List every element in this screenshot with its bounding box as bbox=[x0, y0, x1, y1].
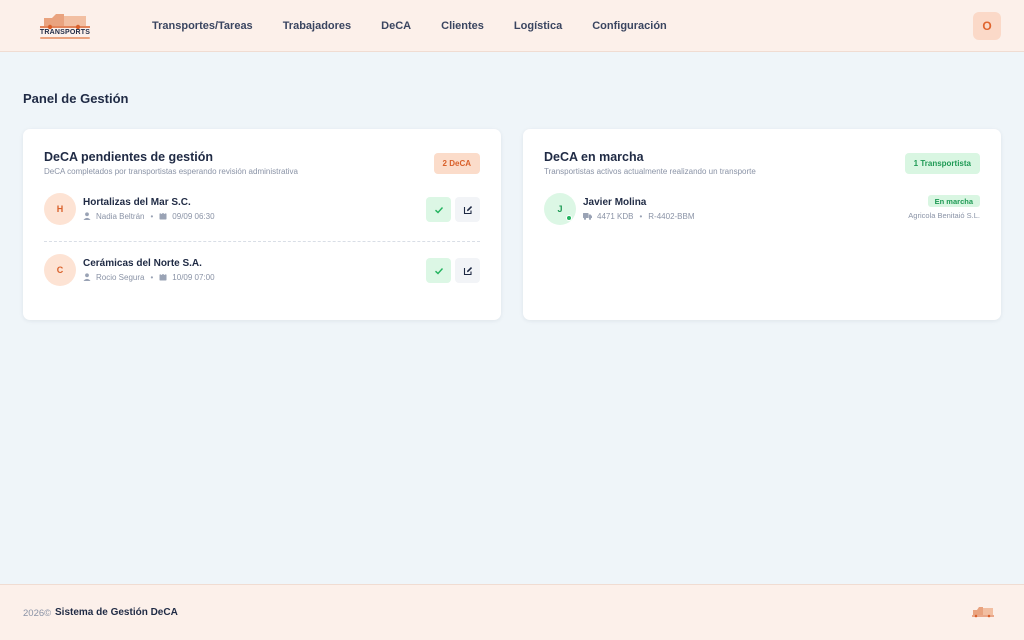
separator-dot: • bbox=[150, 272, 154, 282]
trailer-plate: R-4402-BBM bbox=[648, 211, 695, 221]
row-meta: Nadia Beltrán • 09/09 06:30 bbox=[83, 211, 215, 221]
avatar: H bbox=[44, 193, 76, 225]
row-actions bbox=[426, 258, 480, 283]
truck-icon bbox=[583, 213, 592, 220]
list-item: H Hortalizas del Mar S.C. Nadia Beltrán … bbox=[44, 193, 480, 227]
nav-item-transportes[interactable]: Transportes/Tareas bbox=[152, 20, 253, 32]
row-meta: Rocio Segura • 10/09 07:00 bbox=[83, 272, 215, 282]
avatar: C bbox=[44, 254, 76, 286]
avatar: J bbox=[544, 193, 576, 225]
user-menu-button[interactable]: O bbox=[973, 12, 1001, 40]
logo-text: TRANSPORTS bbox=[39, 29, 91, 36]
row-meta: 4471 KDB • R-4402-BBM bbox=[583, 211, 695, 221]
calendar-icon bbox=[159, 212, 167, 220]
card-subtitle: Transportistas activos actualmente reali… bbox=[544, 167, 756, 176]
top-navbar: TRANSPORTS Transportes/Tareas Trabajador… bbox=[0, 0, 1024, 52]
edit-icon bbox=[463, 266, 472, 275]
card-title: DeCA pendientes de gestión bbox=[44, 150, 214, 164]
separator-dot: • bbox=[150, 211, 154, 221]
count-badge: 2 DeCA bbox=[433, 153, 480, 174]
count-badge: 1 Transportista bbox=[904, 153, 980, 174]
company-logo[interactable]: TRANSPORTS bbox=[38, 10, 92, 40]
main-nav: Transportes/Tareas Trabajadores DeCA Cli… bbox=[152, 0, 697, 52]
client-name: Cerámicas del Norte S.A. bbox=[83, 258, 202, 269]
deca-datetime: 10/09 07:00 bbox=[172, 272, 215, 282]
calendar-icon bbox=[159, 273, 167, 281]
user-icon bbox=[83, 212, 91, 220]
check-icon bbox=[434, 206, 443, 213]
vehicle-plate: 4471 KDB bbox=[597, 211, 634, 221]
nav-item-trabajadores[interactable]: Trabajadores bbox=[283, 20, 351, 32]
edit-button[interactable] bbox=[455, 258, 480, 283]
online-status-dot bbox=[566, 215, 572, 221]
truck-logo-icon bbox=[40, 14, 90, 30]
logo-underline bbox=[40, 37, 90, 39]
running-deca-card: DeCA en marcha Transportistas activos ac… bbox=[523, 129, 1001, 320]
driver-name: Rocio Segura bbox=[96, 272, 145, 282]
row-actions bbox=[426, 197, 480, 222]
approve-button[interactable] bbox=[426, 197, 451, 222]
footer: 2026© Sistema de Gestión DeCA bbox=[0, 584, 1024, 640]
list-item: C Cerámicas del Norte S.A. Rocio Segura … bbox=[44, 254, 480, 288]
card-title: DeCA en marcha bbox=[544, 150, 644, 164]
nav-item-deca[interactable]: DeCA bbox=[381, 20, 411, 32]
footer-truck-logo-icon bbox=[972, 607, 994, 618]
status-badge: En marcha bbox=[927, 195, 980, 207]
nav-item-logistica[interactable]: Logística bbox=[514, 20, 562, 32]
driver-name: Javier Molina bbox=[583, 197, 647, 208]
client-company: Agricola Benitaió S.L. bbox=[908, 211, 980, 220]
list-item[interactable]: J Javier Molina 4471 KDB • R-4402-BBM En… bbox=[544, 193, 980, 227]
nav-item-configuracion[interactable]: Configuración bbox=[592, 20, 667, 32]
footer-brand: Sistema de Gestión DeCA bbox=[55, 607, 178, 618]
page-title: Panel de Gestión bbox=[23, 91, 129, 106]
user-icon bbox=[83, 273, 91, 281]
separator-dot: • bbox=[639, 211, 643, 221]
driver-name: Nadia Beltrán bbox=[96, 211, 145, 221]
check-icon bbox=[434, 267, 443, 274]
row-divider bbox=[44, 241, 480, 242]
deca-datetime: 09/09 06:30 bbox=[172, 211, 215, 221]
edit-icon bbox=[463, 205, 472, 214]
pending-deca-card: DeCA pendientes de gestión DeCA completa… bbox=[23, 129, 501, 320]
nav-item-clientes[interactable]: Clientes bbox=[441, 20, 484, 32]
edit-button[interactable] bbox=[455, 197, 480, 222]
approve-button[interactable] bbox=[426, 258, 451, 283]
footer-copyright: 2026© bbox=[23, 608, 52, 619]
card-subtitle: DeCA completados por transportistas espe… bbox=[44, 167, 298, 176]
client-name: Hortalizas del Mar S.C. bbox=[83, 197, 191, 208]
